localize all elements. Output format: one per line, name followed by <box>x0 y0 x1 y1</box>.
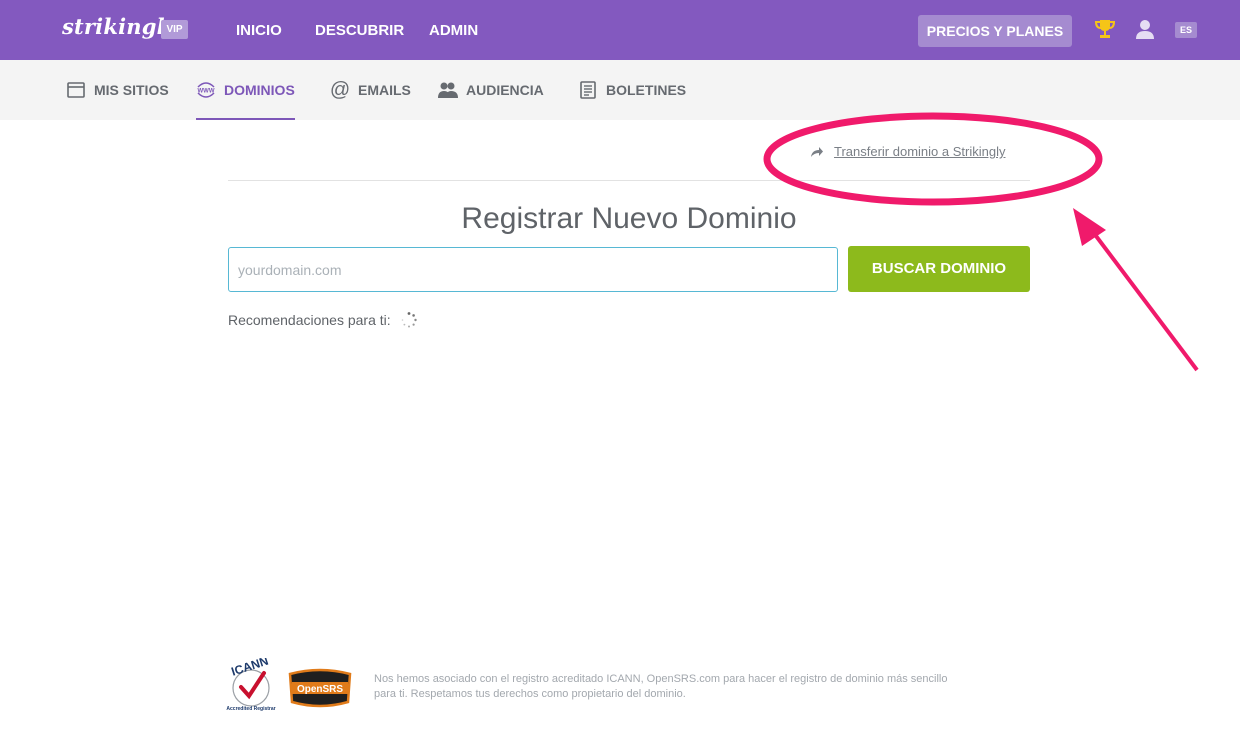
newsletter-icon <box>578 80 598 100</box>
footer-text-line1: Nos hemos asociado con el registro acred… <box>374 673 948 685</box>
annotation-ellipse <box>763 112 1103 206</box>
share-arrow-icon <box>811 146 823 157</box>
annotation-arrow-line <box>1088 226 1199 372</box>
footer-text: Nos hemos asociado con el registro acred… <box>374 672 1034 702</box>
subnav-boletines[interactable]: BOLETINES <box>578 60 686 120</box>
www-globe-icon: WWW <box>196 80 216 100</box>
footer-text-line2: para ti. Respetamos tus derechos como pr… <box>374 688 686 700</box>
domain-search-input[interactable] <box>228 247 838 292</box>
language-selector[interactable]: ES <box>1175 22 1197 38</box>
recommendations: Recomendaciones para ti: <box>228 312 417 328</box>
icann-logo: ICANN Accredited Registrar <box>226 658 275 712</box>
browser-window-icon <box>66 80 86 100</box>
trophy-icon[interactable] <box>1094 18 1116 40</box>
nav-descubrir[interactable]: DESCUBRIR <box>315 22 404 39</box>
transfer-link-text[interactable]: Transferir dominio a Strikingly <box>834 144 1005 159</box>
subnav-emails[interactable]: @ EMAILS <box>330 60 411 120</box>
subnav-label: MIS SITIOS <box>94 82 169 98</box>
search-domain-button[interactable]: BUSCAR DOMINIO <box>848 246 1030 292</box>
opensrs-logo: OpenSRS <box>288 668 352 708</box>
page-title: Registrar Nuevo Dominio <box>461 202 797 235</box>
subnav-label: DOMINIOS <box>224 82 295 98</box>
pricing-plans-button[interactable]: PRECIOS Y PLANES <box>918 15 1072 47</box>
at-icon: @ <box>329 78 351 101</box>
recommendations-label: Recomendaciones para ti: <box>228 312 391 328</box>
annotation-arrow-head <box>1073 208 1106 246</box>
nav-inicio[interactable]: INICIO <box>236 22 282 39</box>
loading-spinner-icon <box>401 312 417 328</box>
icann-sub-text: Accredited Registrar <box>226 706 275 712</box>
people-icon <box>438 80 458 100</box>
subnav-dominios[interactable]: WWW DOMINIOS <box>196 60 295 120</box>
subnav-mis-sitios[interactable]: MIS SITIOS <box>66 60 169 120</box>
nav-admin[interactable]: ADMIN <box>429 22 478 39</box>
opensrs-logo-text: OpenSRS <box>297 684 343 695</box>
subnav-label: BOLETINES <box>606 82 687 98</box>
user-icon[interactable] <box>1135 19 1155 39</box>
svg-text:WWW: WWW <box>198 89 215 95</box>
sub-navigation: MIS SITIOS WWW DOMINIOS @ EMAILS AUDIENC… <box>0 60 1240 120</box>
transfer-domain-link[interactable]: Transferir dominio a Strikingly <box>810 144 1005 159</box>
divider <box>228 180 1030 181</box>
top-bar: strikingly VIP INICIO DESCUBRIR ADMIN PR… <box>0 0 1240 60</box>
vip-badge: VIP <box>161 20 188 39</box>
strikingly-logo[interactable]: strikingly <box>62 14 177 39</box>
subnav-label: AUDIENCIA <box>466 82 544 98</box>
subnav-audiencia[interactable]: AUDIENCIA <box>438 60 544 120</box>
subnav-label: EMAILS <box>358 82 411 98</box>
